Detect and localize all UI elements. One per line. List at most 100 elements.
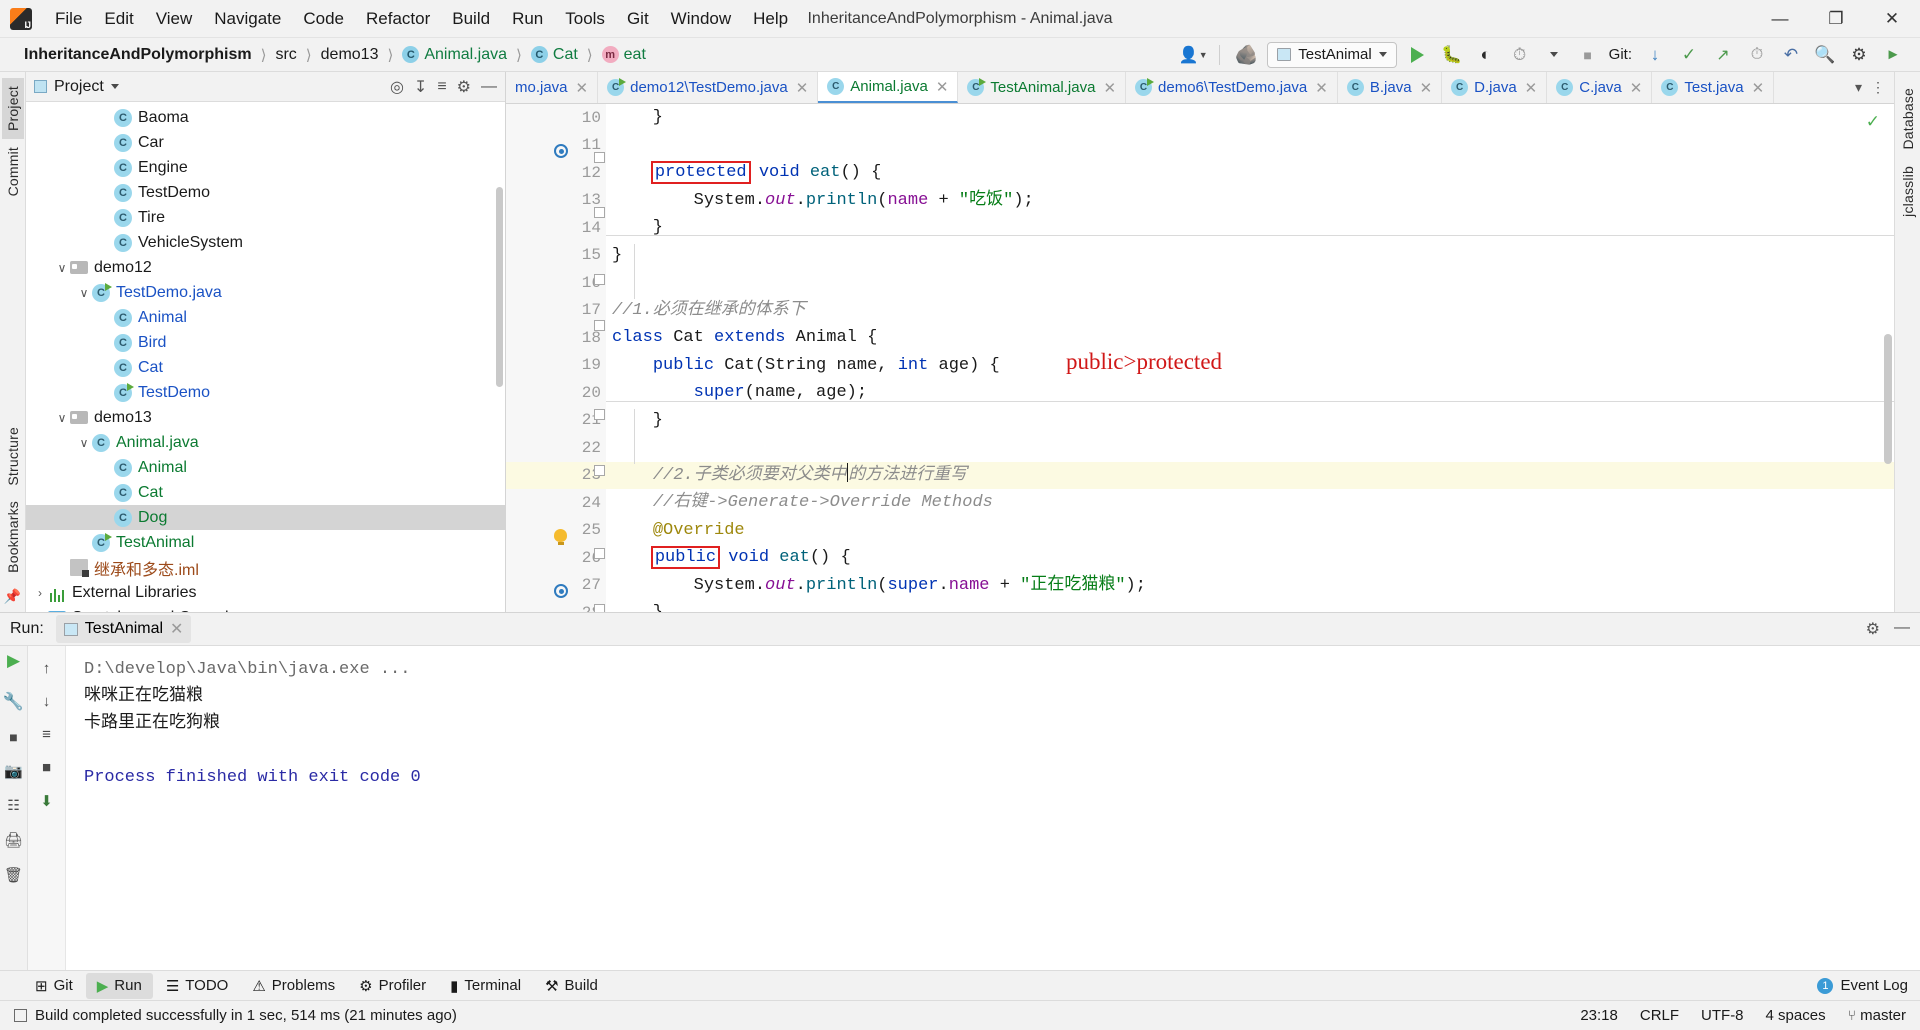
editor-code-area[interactable]: } protected void eat() { System.out.prin… (606, 104, 1894, 612)
breadcrumb-cat[interactable]: C Cat (529, 44, 580, 66)
project-tree-scrollbar[interactable] (496, 187, 503, 387)
code-line[interactable] (606, 434, 1894, 462)
history-icon[interactable]: ⏱ (1744, 42, 1770, 68)
profiler-icon[interactable]: ⏱ (1507, 42, 1533, 68)
code-line[interactable]: public void eat() { (606, 544, 1894, 572)
tree-item--iml[interactable]: 继承和多态.iml (26, 555, 505, 580)
sidebar-item-database[interactable]: Database (1897, 80, 1919, 158)
intention-bulb-icon[interactable] (554, 529, 567, 545)
tree-item-animal-java[interactable]: ∨ C Animal.java (26, 430, 505, 455)
editor-tab-testanimal-java[interactable]: C TestAnimal.java ✕ (958, 72, 1127, 103)
code-line[interactable]: } (606, 407, 1894, 435)
sidebar-item-bookmarks[interactable]: Bookmarks (2, 493, 24, 581)
tree-item-vehiclesystem[interactable]: C VehicleSystem (26, 230, 505, 255)
chevron-down-icon[interactable] (110, 84, 119, 89)
tab-git[interactable]: ⊞ Git (24, 973, 84, 999)
menu-build[interactable]: Build (441, 6, 501, 31)
wrench-icon[interactable]: 🔧 (3, 692, 24, 712)
code-line[interactable]: } (606, 104, 1894, 132)
code-line[interactable]: } (606, 599, 1894, 612)
tab-run[interactable]: ▶ Run (85, 972, 153, 999)
stop-icon[interactable]: ■ (9, 729, 17, 745)
tree-item-demo12[interactable]: ∨ demo12 (26, 255, 505, 280)
code-line[interactable]: //右键->Generate->Override Methods (606, 489, 1894, 517)
code-editor[interactable]: 10111213141516171819202122232425262728 }… (506, 104, 1894, 612)
tree-item-animal[interactable]: C Animal (26, 455, 505, 480)
menu-code[interactable]: Code (292, 6, 355, 31)
bookmark-pin-icon[interactable]: 📌 (4, 588, 21, 605)
code-line[interactable]: } (606, 214, 1894, 242)
indent-setting[interactable]: 4 spaces (1766, 1007, 1826, 1024)
tree-item-external-libraries[interactable]: › External Libraries (26, 580, 505, 605)
code-line[interactable]: super(name, age); (606, 379, 1894, 407)
run-configuration-selector[interactable]: TestAnimal (1267, 41, 1397, 68)
editor-scrollbar[interactable] (1884, 334, 1892, 464)
print-icon[interactable]: 🖨 (4, 831, 23, 849)
settings-icon[interactable]: ⚙ (1866, 619, 1880, 639)
editor-tab-test-java[interactable]: C Test.java ✕ (1652, 72, 1775, 103)
editor-tab-d-java[interactable]: C D.java ✕ (1442, 72, 1548, 103)
maximize-button[interactable]: ❐ (1808, 0, 1864, 37)
tab-todo[interactable]: ☰ TODO (155, 973, 240, 999)
editor-tab-demo6-testdemo-java[interactable]: Cdemo6\TestDemo.java ✕ (1126, 72, 1338, 103)
code-fold-marker[interactable] (594, 274, 605, 285)
menu-edit[interactable]: Edit (93, 6, 144, 31)
sidebar-item-commit[interactable]: Commit (2, 139, 24, 204)
tree-item-testdemo[interactable]: C TestDemo (26, 380, 505, 405)
tree-item-animal[interactable]: C Animal (26, 305, 505, 330)
tab-build[interactable]: ⚒ Build (534, 973, 609, 999)
tree-item-car[interactable]: C Car (26, 130, 505, 155)
console-output[interactable]: D:\develop\Java\bin\java.exe ... 咪咪正在吃猫粮卡… (66, 646, 1920, 970)
tree-item-engine[interactable]: C Engine (26, 155, 505, 180)
sidebar-item-jclasslib[interactable]: jclasslib (1897, 158, 1919, 225)
code-fold-marker[interactable] (594, 207, 605, 218)
editor-tab-animal-java[interactable]: C Animal.java ✕ (818, 72, 959, 103)
editor-tab-b-java[interactable]: C B.java ✕ (1338, 72, 1443, 103)
code-line[interactable]: public Cat(String name, int age) { (606, 352, 1894, 380)
trash-icon[interactable]: 🗑 (4, 866, 23, 884)
more-options-icon[interactable]: ⋮ (1871, 79, 1885, 96)
settings-icon[interactable]: ⚙ (457, 77, 471, 97)
run-coverage-icon[interactable]: ◐ (1473, 42, 1499, 68)
editor-gutter[interactable]: 10111213141516171819202122232425262728 (506, 104, 606, 612)
camera-icon[interactable]: 📷 (4, 762, 23, 780)
file-encoding[interactable]: UTF-8 (1701, 1007, 1744, 1024)
expand-arrow-icon[interactable]: ∨ (54, 261, 70, 275)
editor-tab-mo-java[interactable]: mo.java ✕ (506, 72, 599, 103)
scroll-end-icon[interactable]: ■ (42, 759, 51, 776)
close-button[interactable]: ✕ (1864, 0, 1920, 37)
code-fold-marker[interactable] (594, 409, 605, 420)
tree-item-baoma[interactable]: C Baoma (26, 105, 505, 130)
sidebar-item-project[interactable]: Project (1, 78, 24, 139)
undo-icon[interactable]: ↶ (1778, 42, 1804, 68)
tree-item-demo13[interactable]: ∨ demo13 (26, 405, 505, 430)
code-line[interactable]: System.out.println(super.name + "正在吃猫粮")… (606, 572, 1894, 600)
menu-bar[interactable]: File Edit View Navigate Code Refactor Bu… (44, 6, 799, 31)
expand-arrow-icon[interactable]: › (32, 586, 48, 600)
search-icon[interactable]: 🔍 (1812, 42, 1838, 68)
code-fold-marker[interactable] (594, 604, 605, 612)
run-tab-testanimal[interactable]: TestAnimal ✕ (55, 615, 192, 643)
override-marker-icon[interactable] (554, 144, 568, 158)
hide-icon[interactable]: — (481, 78, 497, 96)
expand-arrow-icon[interactable]: ∨ (76, 286, 92, 300)
down-icon[interactable]: ↓ (43, 693, 51, 710)
stop-icon[interactable]: ■ (1575, 42, 1601, 68)
code-fold-marker[interactable] (594, 152, 605, 163)
tree-item-cat[interactable]: C Cat (26, 355, 505, 380)
download-icon[interactable]: ⬇ (40, 792, 53, 810)
project-tree[interactable]: C Baoma C Car C Engine C TestDemo C Tire C VehicleS… (26, 102, 505, 612)
expand-arrow-icon[interactable]: ∨ (54, 411, 70, 425)
menu-tools[interactable]: Tools (554, 6, 616, 31)
tree-item-testdemo[interactable]: C TestDemo (26, 180, 505, 205)
code-line[interactable]: System.out.println(name + "吃饭"); (606, 187, 1894, 215)
close-icon[interactable]: ✕ (796, 79, 809, 97)
run-anything-icon[interactable]: ► (1880, 42, 1906, 68)
close-icon[interactable]: ✕ (1525, 79, 1538, 97)
sidebar-item-structure[interactable]: Structure (2, 419, 24, 494)
breadcrumb-animal-java[interactable]: C Animal.java (400, 44, 509, 66)
editor-tab-demo12-testdemo-java[interactable]: Cdemo12\TestDemo.java ✕ (598, 72, 819, 103)
expand-arrow-icon[interactable]: ∨ (76, 436, 92, 450)
tab-problems[interactable]: ⚠ Problems (241, 973, 346, 999)
settings-icon[interactable]: ⚙ (1846, 42, 1872, 68)
